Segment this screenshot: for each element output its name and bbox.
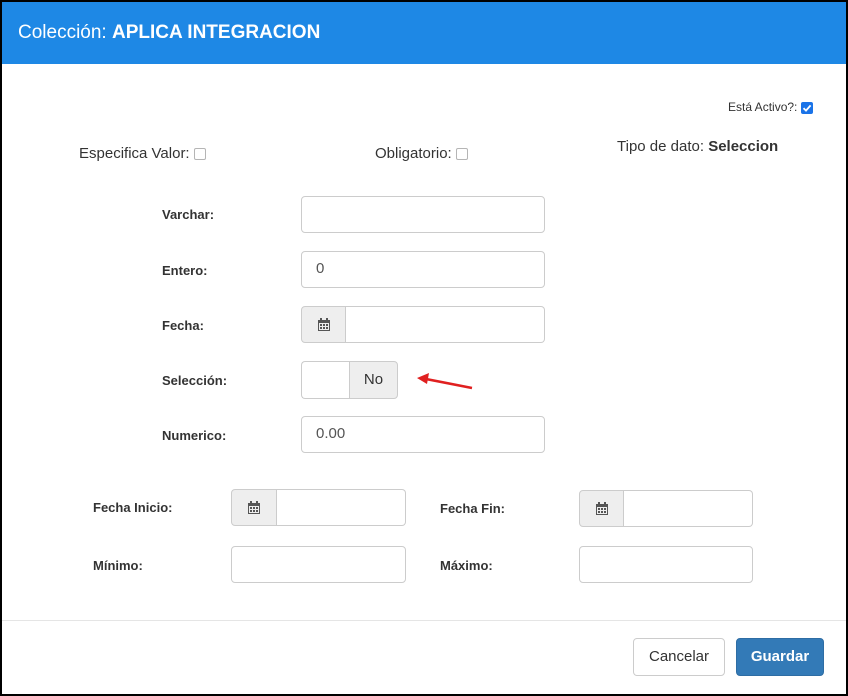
obligatorio-checkbox[interactable] [455, 148, 468, 161]
coleccion-dialog: Colección: APLICA INTEGRACION Está Activ… [0, 0, 848, 696]
especifica-label: Especifica Valor: [79, 145, 190, 162]
numerico-label: Numerico: [162, 428, 227, 443]
entero-input[interactable]: 0 [301, 251, 545, 288]
seleccion-label: Selección: [162, 373, 228, 388]
calendar-icon [248, 500, 260, 514]
varchar-input[interactable] [301, 196, 545, 233]
tipo-dato-label: Tipo de dato: [617, 138, 705, 155]
tipo-dato-value: Seleccion [708, 138, 779, 155]
obligatorio-row: Obligatorio: [375, 145, 468, 162]
check-icon [802, 104, 811, 112]
fecha-inicio-input[interactable] [277, 489, 406, 526]
seleccion-toggle-value[interactable]: No [349, 361, 398, 399]
maximo-label: Máximo: [440, 558, 493, 573]
annotation-arrow-icon [417, 373, 473, 390]
varchar-label: Varchar: [162, 207, 215, 222]
calendar-icon [317, 317, 330, 331]
fecha-input[interactable] [346, 306, 545, 343]
minimo-label: Mínimo: [93, 558, 143, 573]
tipo-dato-row: Tipo de dato: Seleccion [617, 138, 778, 155]
fecha-fin-input[interactable] [624, 490, 753, 527]
cancel-button[interactable]: Cancelar [633, 638, 725, 676]
activo-label: Está Activo?: [728, 100, 798, 114]
dialog-title: Colección: APLICA INTEGRACION [18, 22, 320, 44]
dialog-header: Colección: APLICA INTEGRACION [2, 2, 846, 64]
numerico-input[interactable]: 0.00 [301, 416, 545, 453]
obligatorio-label: Obligatorio: [375, 145, 452, 162]
maximo-input[interactable] [579, 546, 753, 583]
activo-checkbox[interactable] [800, 101, 813, 114]
dialog-title-value: APLICA INTEGRACION [112, 22, 321, 43]
fecha-fin-calendar-button[interactable] [579, 490, 624, 527]
activo-row: Está Activo?: [728, 100, 813, 114]
calendar-icon [595, 501, 608, 515]
footer-divider [2, 620, 846, 621]
fecha-label: Fecha: [162, 318, 204, 333]
dialog-title-prefix: Colección: [18, 22, 107, 43]
entero-label: Entero: [162, 263, 208, 278]
minimo-input[interactable] [231, 546, 406, 583]
save-button[interactable]: Guardar [736, 638, 824, 676]
fecha-calendar-button[interactable] [301, 306, 346, 343]
fecha-inicio-calendar-button[interactable] [231, 489, 277, 526]
seleccion-toggle-switch[interactable] [301, 361, 349, 399]
fecha-fin-label: Fecha Fin: [440, 501, 506, 516]
especifica-checkbox[interactable] [193, 148, 206, 161]
fecha-inicio-label: Fecha Inicio: [93, 500, 173, 515]
especifica-row: Especifica Valor: [79, 145, 206, 162]
